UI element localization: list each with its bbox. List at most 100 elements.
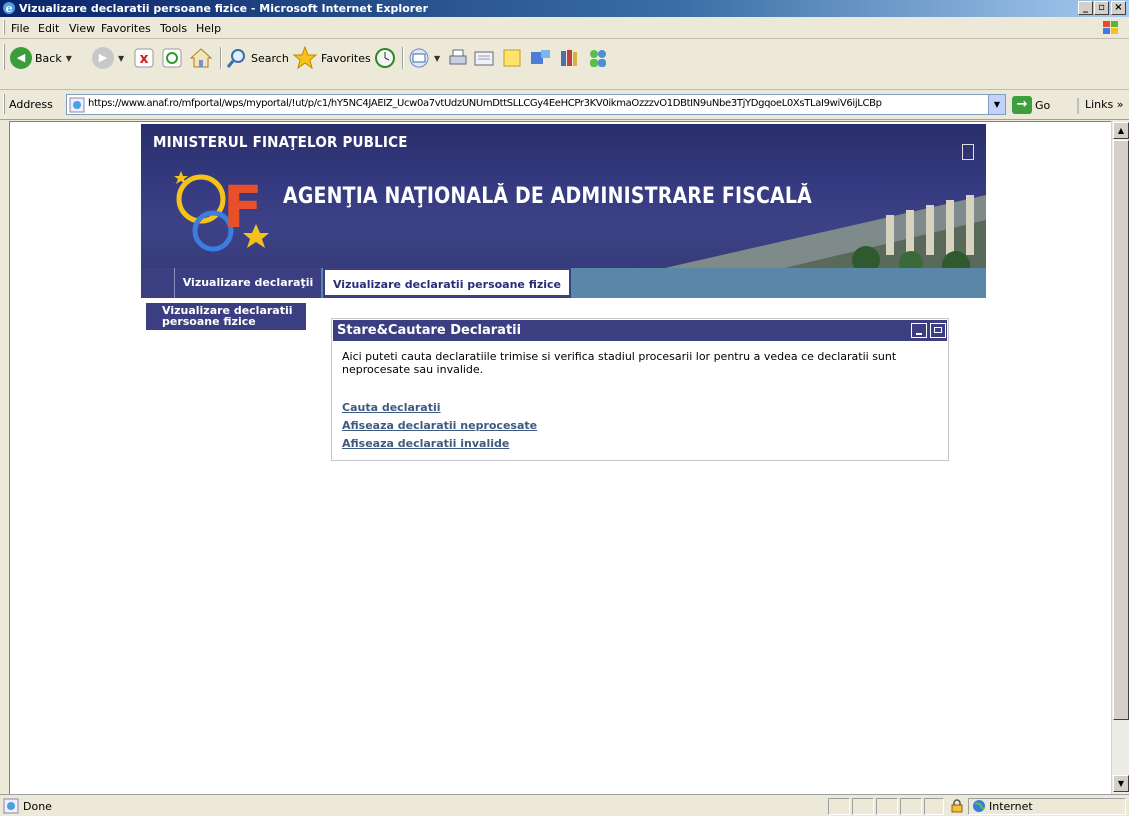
share-icon	[531, 50, 550, 64]
toolbar-separator	[220, 47, 222, 69]
address-dropdown-icon[interactable]: ▼	[988, 95, 1005, 114]
close-button[interactable]: ×	[1111, 1, 1126, 15]
back-dropdown-icon[interactable]: ▼	[66, 54, 72, 63]
mail-dropdown-icon[interactable]: ▼	[434, 54, 440, 63]
window-title: Vizualizare declaratii persoane fizice -…	[19, 2, 429, 15]
back-button[interactable]: ◀ Back ▼	[10, 45, 72, 71]
lock-icon	[951, 799, 963, 813]
leftnav-item-persoane-fizice[interactable]: Vizualizare declaratii persoane fizice	[146, 303, 306, 330]
search-label: Search	[251, 51, 289, 65]
search-icon	[226, 49, 245, 68]
page-ie-icon	[69, 97, 85, 113]
page-content: MINISTERUL FINAŢELOR PUBLICE F AGENŢIA N…	[9, 121, 1111, 794]
restore-button[interactable]: ▫	[1094, 1, 1109, 15]
home-icon	[190, 48, 212, 68]
mail-button[interactable]: ▼	[408, 45, 440, 71]
menu-view[interactable]: View	[69, 22, 95, 35]
address-input[interactable]: https://www.anaf.ro/mfportal/wps/myporta…	[66, 94, 1006, 115]
address-bar: Address https://www.anaf.ro/mfportal/wps…	[0, 90, 1129, 120]
edit-button[interactable]	[473, 45, 495, 71]
toolbar-separator	[402, 47, 404, 69]
internet-globe-icon	[973, 800, 985, 812]
portlet-description: Aici puteti cauta declaratiile trimise s…	[342, 350, 897, 376]
messenger-people-icon	[590, 50, 606, 67]
refresh-icon	[162, 48, 182, 68]
menu-tools[interactable]: Tools	[160, 22, 187, 35]
links-button[interactable]: Links »	[1077, 98, 1124, 114]
research-button[interactable]	[558, 45, 580, 71]
window-title-bar[interactable]: e Vizualizare declaratii persoane fizice…	[0, 0, 1129, 17]
messenger-button[interactable]	[586, 45, 610, 71]
scroll-down-icon[interactable]: ▼	[1113, 775, 1129, 792]
back-label: Back	[35, 51, 62, 65]
page-done-icon	[3, 798, 19, 814]
address-url[interactable]: https://www.anaf.ro/mfportal/wps/myporta…	[88, 98, 983, 109]
anaf-logo: F	[174, 171, 269, 252]
svg-text:x: x	[139, 51, 148, 67]
addressbar-grip	[3, 94, 5, 114]
building-photo	[656, 195, 986, 270]
menu-file[interactable]: File	[11, 22, 29, 35]
portlet-header: Stare&Cautare Declaratii	[333, 320, 947, 341]
history-icon	[375, 48, 395, 68]
favorites-label: Favorites	[321, 51, 371, 65]
mail-icon	[409, 48, 429, 68]
favorites-star-icon	[292, 46, 318, 70]
toolbar-grip	[3, 44, 5, 70]
anaf-banner: MINISTERUL FINAŢELOR PUBLICE F AGENŢIA N…	[141, 124, 986, 270]
go-button[interactable]: → Go	[1012, 95, 1050, 115]
status-pane	[900, 798, 922, 815]
ministry-title: MINISTERUL FINAŢELOR PUBLICE	[153, 133, 408, 151]
refresh-button[interactable]	[162, 45, 182, 71]
back-arrow-icon: ◀	[10, 47, 32, 69]
tab-vizualizare-declaratii-persoane-fizice[interactable]: Vizualizare declaratii persoane fizice	[323, 268, 571, 298]
tab-strip: Vizualizare declaraţii Vizualizare decla…	[141, 268, 986, 298]
status-text: Done	[23, 800, 52, 813]
address-label: Address	[9, 98, 53, 111]
menu-bar: File Edit View Favorites Tools Help	[0, 17, 1129, 39]
edit-page-icon	[474, 51, 494, 66]
home-button[interactable]	[190, 45, 212, 71]
status-pane	[828, 798, 850, 815]
minimize-portlet-icon[interactable]	[911, 323, 927, 338]
history-button[interactable]	[374, 45, 396, 71]
status-pane	[924, 798, 944, 815]
search-button[interactable]: Search	[226, 45, 289, 71]
status-pane	[876, 798, 898, 815]
links-label: Links	[1085, 98, 1114, 111]
svg-text:e: e	[6, 2, 13, 15]
favorites-button[interactable]: Favorites	[292, 45, 371, 71]
go-arrow-icon: →	[1012, 96, 1032, 114]
go-label: Go	[1035, 98, 1051, 112]
zone-label: Internet	[989, 800, 1033, 813]
menu-help[interactable]: Help	[196, 22, 221, 35]
scroll-thumb[interactable]	[1113, 140, 1129, 720]
messenger-share-button[interactable]	[529, 45, 553, 71]
stare-cautare-portlet: Stare&Cautare Declaratii Aici puteti cau…	[331, 318, 949, 461]
cauta-declaratii-link[interactable]: Cauta declaratii	[342, 401, 441, 414]
status-bar: Done Internet	[0, 794, 1129, 816]
afiseaza-neprocesate-link[interactable]: Afiseaza declaratii neprocesate	[342, 419, 537, 432]
standard-toolbar: ◀ Back ▼ ▶ ▼ x Search Favorites ▼	[0, 39, 1129, 90]
print-button[interactable]	[447, 45, 469, 71]
notes-icon	[503, 49, 521, 67]
print-icon	[449, 49, 467, 65]
portlet-title: Stare&Cautare Declaratii	[337, 323, 522, 338]
minimize-button[interactable]: _	[1078, 1, 1093, 15]
forward-button[interactable]: ▶ ▼	[92, 45, 124, 71]
vertical-scrollbar[interactable]: ▲ ▼	[1111, 121, 1129, 794]
exit-door-icon[interactable]	[962, 144, 974, 160]
research-books-icon	[561, 50, 577, 66]
afiseaza-invalide-link[interactable]: Afiseaza declaratii invalide	[342, 437, 509, 450]
ie-logo-icon: e	[3, 2, 15, 15]
status-pane	[852, 798, 874, 815]
scroll-up-icon[interactable]: ▲	[1113, 122, 1129, 139]
stop-button[interactable]: x	[134, 45, 154, 71]
forward-dropdown-icon[interactable]: ▼	[118, 54, 124, 63]
menu-favorites[interactable]: Favorites	[101, 22, 151, 35]
tab-strip-left-block	[141, 268, 174, 298]
menu-edit[interactable]: Edit	[38, 22, 59, 35]
tab-vizualizare-declaratii[interactable]: Vizualizare declaraţii	[174, 268, 321, 298]
discuss-button[interactable]	[501, 45, 523, 71]
maximize-portlet-icon[interactable]	[930, 323, 946, 338]
